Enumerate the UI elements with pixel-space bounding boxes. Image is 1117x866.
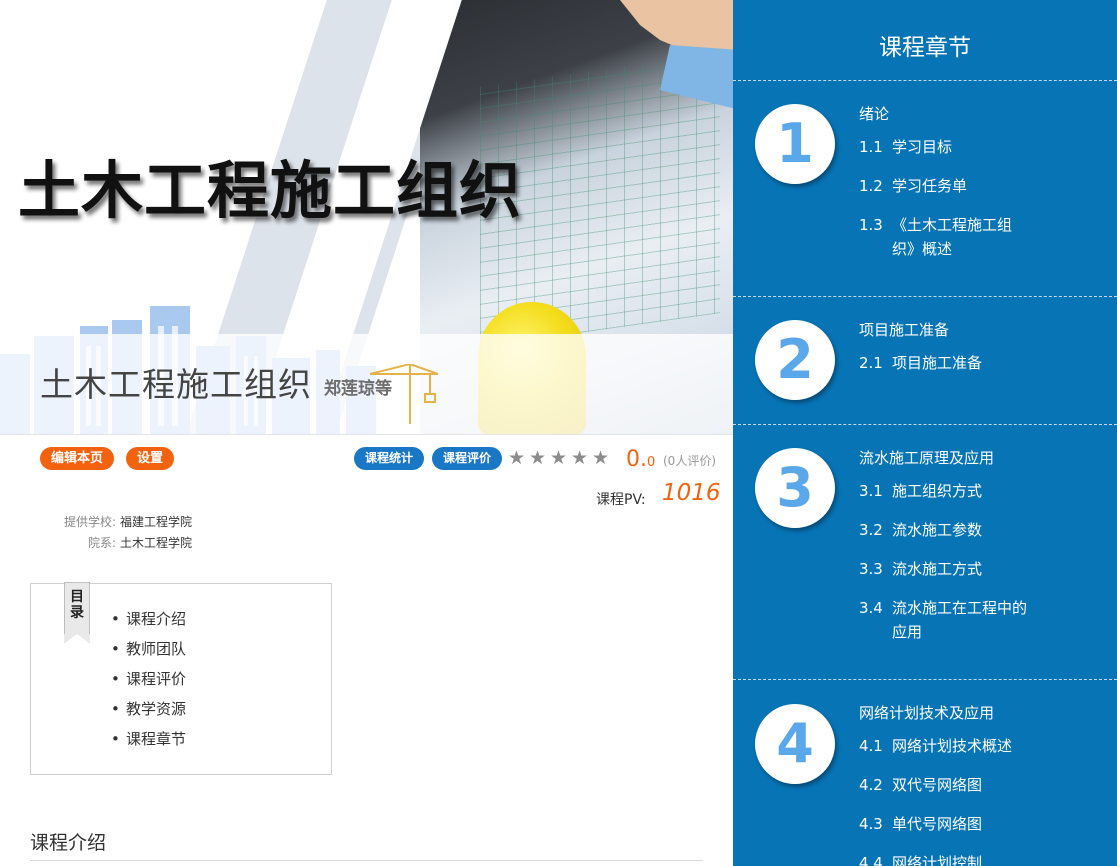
chapter-item-label: 网络计划技术概述 xyxy=(892,737,1013,755)
chapter-item-label: 学习任务单 xyxy=(892,177,968,195)
chapter-item-label-line1: 流水施工在工程中的 xyxy=(892,599,1028,617)
chapter-number-badge: 4 xyxy=(755,704,835,784)
chapter-item-label: 双代号网络图 xyxy=(892,776,983,794)
edit-page-button[interactable]: 编辑本页 xyxy=(40,447,115,470)
chapter-title[interactable]: 流水施工原理及应用 xyxy=(859,447,994,468)
chapter-item[interactable]: 1.2 学习任务单 xyxy=(859,174,967,198)
chapter-item-number: 1.2 xyxy=(859,177,883,195)
course-banner: 土木工程施工组织 土木工程施工组织 郑莲琼等 xyxy=(0,0,733,434)
star-icon[interactable]: ★ xyxy=(571,449,589,468)
chapter-item[interactable]: 4.1 网络计划技术概述 xyxy=(859,734,1012,758)
chapter-item[interactable]: 3.1 施工组织方式 xyxy=(859,479,982,503)
department-label: 院系: xyxy=(87,536,116,550)
toc-item-course-review[interactable]: 课程评价 xyxy=(111,668,186,698)
chapter-title[interactable]: 网络计划技术及应用 xyxy=(859,702,994,723)
school-value: 福建工程学院 xyxy=(120,515,193,529)
chapter-item-number: 3.3 xyxy=(859,560,883,578)
chapter-item-number: 3.4 xyxy=(859,599,883,617)
chapter-item-label-line2: 织》概述 xyxy=(892,240,953,258)
chapter-item[interactable]: 1.3 《土木工程施工组 织》概述 xyxy=(859,213,1012,261)
department-info: 院系: 土木工程学院 xyxy=(50,534,192,551)
course-name: 土木工程施工组织 xyxy=(40,365,312,404)
toc-list: 课程介绍 教师团队 课程评价 教学资源 课程章节 xyxy=(111,608,186,758)
chapter-item-label: 单代号网络图 xyxy=(892,815,983,833)
chapter-item-label: 施工组织方式 xyxy=(892,482,983,500)
chapter-item-label: 流水施工方式 xyxy=(892,560,983,578)
chapter-title[interactable]: 项目施工准备 xyxy=(859,319,949,340)
banner-course-title: 土木工程施工组织 xyxy=(18,154,523,227)
chapter-item-label: 学习目标 xyxy=(892,138,953,156)
chapter-divider xyxy=(733,424,1117,425)
pointing-hand-image xyxy=(620,0,733,109)
star-icon[interactable]: ★ xyxy=(508,449,526,468)
chapter-item-number: 4.2 xyxy=(859,776,883,794)
chapter-item-number: 3.2 xyxy=(859,521,883,539)
chapters-panel: 课程章节 1 绪论 1.1 学习目标 1.2 学习任务单 1.3 《土木工程施工组 织》… xyxy=(733,0,1117,866)
toc-flag-text: 目录 xyxy=(70,589,84,621)
settings-button[interactable]: 设置 xyxy=(126,447,175,470)
school-info: 提供学校: 福建工程学院 xyxy=(50,513,192,530)
chapter-number-badge: 1 xyxy=(755,104,835,184)
course-stats-button[interactable]: 课程统计 xyxy=(354,447,425,470)
chapter-item-number: 3.1 xyxy=(859,482,883,500)
course-page: 土木工程施工组织 土木工程施工组织 郑莲琼等 编辑本页 设置 课程统计 课程评价… xyxy=(0,0,1117,866)
chapter-item-number: 1.1 xyxy=(859,138,883,156)
chapter-item[interactable]: 4.4 网络计划控制 xyxy=(859,851,982,866)
chapter-item-number: 4.1 xyxy=(859,737,883,755)
chapter-item-number: 4.3 xyxy=(859,815,883,833)
rating-score-int: 0. xyxy=(626,447,647,472)
pv-label: 课程PV: xyxy=(596,492,646,508)
school-label: 提供学校: xyxy=(63,515,116,529)
course-toolbar: 编辑本页 设置 课程统计 课程评价 ★ ★ ★ ★ ★ 0.0 (0人评价) xyxy=(0,434,733,494)
chapter-title[interactable]: 绪论 xyxy=(859,103,889,124)
chapter-divider xyxy=(733,80,1117,81)
chapter-item[interactable]: 4.3 单代号网络图 xyxy=(859,812,982,836)
department-value: 土木工程学院 xyxy=(120,536,193,550)
chapter-item-label: 《土木工程施工组 织》概述 xyxy=(892,213,1012,261)
toc-item-teacher-team[interactable]: 教师团队 xyxy=(111,638,186,668)
chapter-item[interactable]: 4.2 双代号网络图 xyxy=(859,773,982,797)
section-title-course-intro: 课程介绍 xyxy=(30,832,107,854)
chapter-number-badge: 2 xyxy=(755,320,835,400)
chapter-item-label-line2: 应用 xyxy=(892,623,923,641)
chapter-divider xyxy=(733,679,1117,680)
rating-score-decimal: 0 xyxy=(647,455,656,470)
star-icon[interactable]: ★ xyxy=(550,449,568,468)
star-icon[interactable]: ★ xyxy=(529,449,547,468)
chapter-divider xyxy=(733,296,1117,297)
chapter-item[interactable]: 3.3 流水施工方式 xyxy=(859,557,982,581)
rating-score: 0.0 xyxy=(626,447,655,472)
chapter-item-number: 2.1 xyxy=(859,354,883,372)
table-of-contents: 目录 课程介绍 教师团队 课程评价 教学资源 课程章节 xyxy=(30,582,332,775)
toc-item-teaching-resources[interactable]: 教学资源 xyxy=(111,698,186,728)
chapter-item-label: 网络计划控制 xyxy=(892,854,983,866)
pv-value: 1016 xyxy=(662,480,721,506)
chapter-item-number: 4.4 xyxy=(859,854,883,866)
chapter-item[interactable]: 1.1 学习目标 xyxy=(859,135,952,159)
chapter-item[interactable]: 3.2 流水施工参数 xyxy=(859,518,982,542)
chapter-item-label: 流水施工参数 xyxy=(892,521,983,539)
course-author: 郑莲琼等 xyxy=(324,379,392,399)
star-icon[interactable]: ★ xyxy=(592,449,610,468)
chapter-item-label: 项目施工准备 xyxy=(892,354,983,372)
chapter-item-label-line1: 《土木工程施工组 xyxy=(892,216,1013,234)
toc-item-course-chapters[interactable]: 课程章节 xyxy=(111,728,186,758)
rating-count: (0人评价) xyxy=(663,454,716,468)
chapter-item-label: 流水施工在工程中的 应用 xyxy=(892,596,1027,644)
rating-stars[interactable]: ★ ★ ★ ★ ★ xyxy=(508,449,610,468)
course-review-button[interactable]: 课程评价 xyxy=(432,447,503,470)
chapter-item-number: 1.3 xyxy=(859,216,883,234)
chapter-item[interactable]: 2.1 项目施工准备 xyxy=(859,351,982,375)
chapter-number-badge: 3 xyxy=(755,448,835,528)
chapters-panel-title: 课程章节 xyxy=(879,35,971,61)
section-divider xyxy=(30,860,703,861)
toc-flag: 目录 xyxy=(64,582,90,644)
toc-item-course-intro[interactable]: 课程介绍 xyxy=(111,608,186,638)
chapter-item[interactable]: 3.4 流水施工在工程中的 应用 xyxy=(859,596,1027,644)
